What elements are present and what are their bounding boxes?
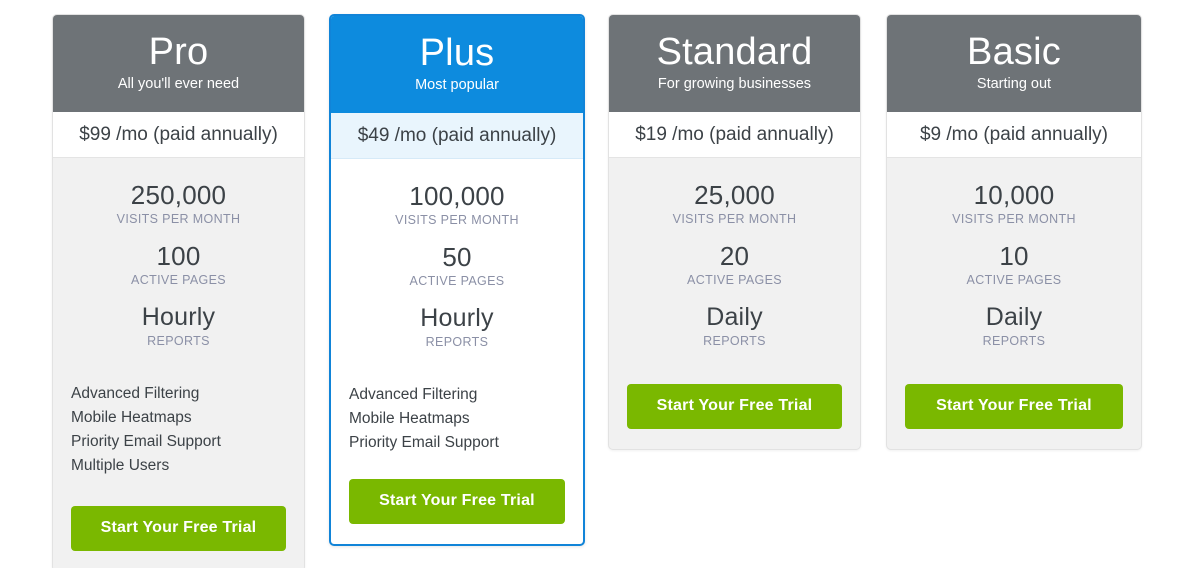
plan-stats-basic: 10,000 VISITS PER MONTH 10 ACTIVE PAGES …: [905, 180, 1123, 350]
plan-card-basic[interactable]: Basic Starting out $9 /mo (paid annually…: [886, 14, 1142, 450]
plan-stats-standard: 25,000 VISITS PER MONTH 20 ACTIVE PAGES …: [627, 180, 842, 350]
stat-value: Daily: [706, 303, 763, 331]
plan-features-plus: Advanced Filtering Mobile Heatmaps Prior…: [349, 383, 565, 455]
plan-price-plus: $49 /mo (paid annually): [331, 113, 583, 159]
feature-item: Advanced Filtering: [71, 385, 200, 402]
stat-label: ACTIVE PAGES: [409, 274, 505, 288]
stat-label: ACTIVE PAGES: [131, 273, 226, 287]
stat-visits-pro: 250,000 VISITS PER MONTH: [117, 180, 241, 228]
pricing-table: Pro All you'll ever need $99 /mo (paid a…: [0, 0, 1201, 568]
stat-reports-pro: Hourly REPORTS: [142, 302, 215, 350]
stat-pages-basic: 10 ACTIVE PAGES: [967, 241, 1062, 289]
plan-stats-plus: 100,000 VISITS PER MONTH 50 ACTIVE PAGES…: [349, 181, 565, 351]
stat-value: Hourly: [141, 303, 216, 331]
plan-body-pro: 250,000 VISITS PER MONTH 100 ACTIVE PAGE…: [53, 158, 304, 568]
stat-pages-pro: 100 ACTIVE PAGES: [131, 241, 226, 289]
stat-label: VISITS PER MONTH: [116, 212, 241, 226]
feature-item: Priority Email Support: [71, 433, 221, 450]
stat-value: Daily: [985, 303, 1043, 331]
stat-label: VISITS PER MONTH: [672, 212, 797, 226]
plan-price-amount-plus: $49: [357, 124, 390, 146]
plan-tagline-basic: Starting out: [976, 75, 1052, 92]
plan-name-basic: Basic: [967, 30, 1061, 73]
start-free-trial-button-pro[interactable]: Start Your Free Trial: [71, 506, 286, 551]
plan-header-basic: Basic Starting out: [887, 15, 1141, 112]
feature-item: Multiple Users: [71, 457, 170, 474]
stat-label: VISITS PER MONTH: [952, 212, 1076, 226]
plan-name-plus: Plus: [419, 31, 495, 74]
stat-value: 10: [999, 241, 1029, 271]
stat-value: 250,000: [130, 180, 227, 210]
plan-price-amount-pro: $99: [79, 123, 111, 145]
stat-reports-standard: Daily REPORTS: [703, 302, 766, 350]
plan-header-plus: Plus Most popular: [331, 16, 583, 113]
stat-value: 25,000: [694, 180, 775, 210]
plan-tagline-standard: For growing businesses: [657, 75, 812, 92]
plan-header-pro: Pro All you'll ever need: [53, 15, 304, 112]
start-free-trial-button-plus[interactable]: Start Your Free Trial: [349, 479, 565, 524]
plan-card-pro[interactable]: Pro All you'll ever need $99 /mo (paid a…: [52, 14, 305, 568]
plan-header-standard: Standard For growing businesses: [609, 15, 860, 112]
stat-value: 20: [719, 241, 750, 271]
stat-label: REPORTS: [147, 334, 210, 348]
stat-value: 100,000: [409, 181, 505, 211]
plan-price-suffix-plus: /mo (paid annually): [389, 124, 557, 146]
stat-reports-plus: Hourly REPORTS: [420, 303, 493, 351]
start-free-trial-button-standard[interactable]: Start Your Free Trial: [627, 384, 842, 429]
stat-label: ACTIVE PAGES: [966, 273, 1062, 287]
plan-price-suffix-basic: /mo (paid annually): [941, 123, 1108, 145]
stat-value: Hourly: [420, 304, 494, 332]
plan-body-standard: 25,000 VISITS PER MONTH 20 ACTIVE PAGES …: [609, 158, 860, 449]
plan-cta-wrap-standard: Start Your Free Trial: [627, 350, 842, 429]
stat-reports-basic: Daily REPORTS: [983, 302, 1046, 350]
plan-price-basic: $9 /mo (paid annually): [887, 112, 1141, 158]
stat-value: 10,000: [973, 180, 1055, 210]
stat-visits-basic: 10,000 VISITS PER MONTH: [952, 180, 1076, 228]
feature-item: Mobile Heatmaps: [71, 409, 192, 426]
plan-price-pro: $99 /mo (paid annually): [53, 112, 304, 158]
plan-body-basic: 10,000 VISITS PER MONTH 10 ACTIVE PAGES …: [887, 158, 1141, 449]
plan-cta-wrap-plus: Start Your Free Trial: [349, 455, 565, 524]
plan-tagline-plus: Most popular: [415, 76, 499, 93]
plan-cta-wrap-pro: Start Your Free Trial: [71, 478, 286, 551]
plan-price-amount-basic: $9: [919, 123, 942, 145]
plan-features-pro: Advanced Filtering Mobile Heatmaps Prior…: [71, 382, 286, 478]
stat-pages-standard: 20 ACTIVE PAGES: [687, 241, 782, 289]
stat-label: REPORTS: [703, 334, 766, 348]
plan-card-plus[interactable]: Plus Most popular $49 /mo (paid annually…: [329, 14, 585, 546]
plan-price-amount-standard: $19: [635, 123, 667, 145]
stat-label: ACTIVE PAGES: [687, 273, 782, 287]
plan-name-standard: Standard: [656, 30, 813, 73]
plan-tagline-pro: All you'll ever need: [117, 75, 240, 92]
plan-cta-wrap-basic: Start Your Free Trial: [905, 350, 1123, 429]
stat-visits-standard: 25,000 VISITS PER MONTH: [673, 180, 797, 228]
feature-item: Priority Email Support: [349, 434, 499, 451]
plan-price-standard: $19 /mo (paid annually): [609, 112, 860, 158]
plan-price-suffix-standard: /mo (paid annually): [666, 123, 834, 145]
feature-item: Mobile Heatmaps: [349, 410, 470, 427]
plan-body-plus: 100,000 VISITS PER MONTH 50 ACTIVE PAGES…: [331, 159, 583, 544]
plan-price-suffix-pro: /mo (paid annually): [110, 123, 278, 145]
stat-label: REPORTS: [982, 334, 1046, 348]
stat-label: REPORTS: [425, 335, 489, 349]
feature-item: Advanced Filtering: [349, 386, 478, 403]
stat-value: 100: [156, 241, 201, 271]
stat-pages-plus: 50 ACTIVE PAGES: [410, 242, 505, 290]
plan-card-standard[interactable]: Standard For growing businesses $19 /mo …: [608, 14, 861, 450]
start-free-trial-button-basic[interactable]: Start Your Free Trial: [905, 384, 1123, 429]
stat-value: 50: [442, 242, 472, 272]
stat-visits-plus: 100,000 VISITS PER MONTH: [395, 181, 519, 229]
plan-name-pro: Pro: [148, 30, 209, 73]
plan-stats-pro: 250,000 VISITS PER MONTH 100 ACTIVE PAGE…: [71, 180, 286, 350]
stat-label: VISITS PER MONTH: [395, 213, 519, 227]
